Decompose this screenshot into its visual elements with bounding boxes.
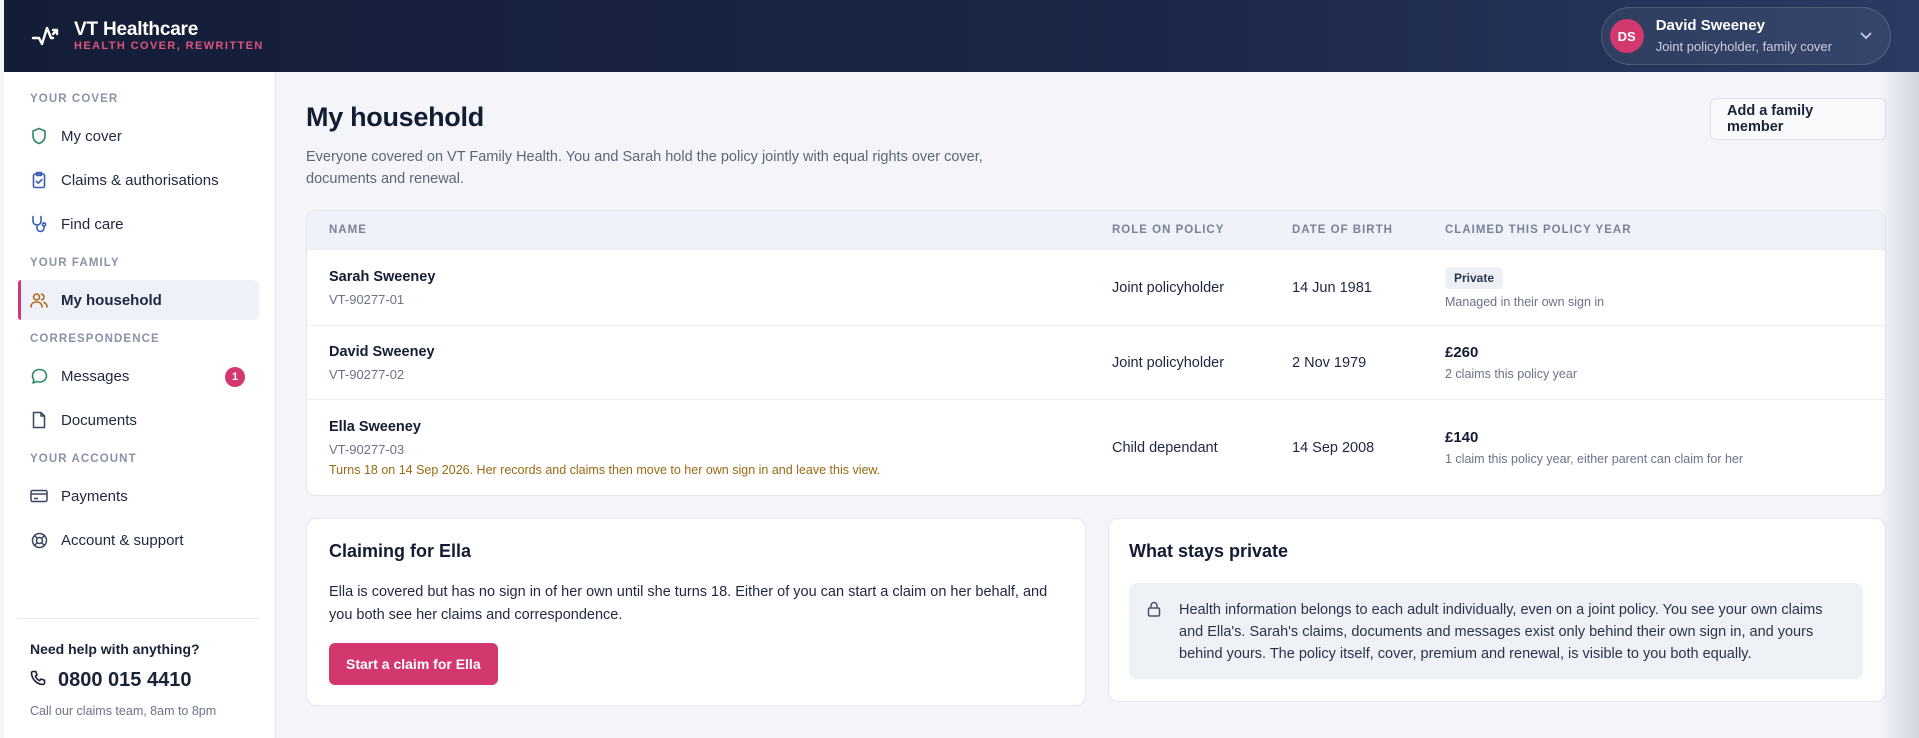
shield-icon [30, 127, 48, 145]
users-icon [30, 291, 48, 309]
sidebar-item-label: My cover [61, 127, 122, 145]
user-role: Joint policyholder, family cover [1655, 39, 1832, 54]
brand-name: VT Healthcare [74, 19, 199, 40]
sidebar-item-label: Messages [61, 367, 130, 385]
brand[interactable]: VT Healthcare HEALTH COVER, REWRITTEN [30, 19, 264, 53]
sidebar-item-documents[interactable]: Documents [18, 400, 259, 440]
member-dob: 2 Nov 1979 [1292, 354, 1367, 371]
brand-tagline: HEALTH COVER, REWRITTEN [74, 40, 264, 52]
user-name: David Sweeney [1655, 17, 1765, 34]
member-name: David Sweeney [329, 343, 435, 360]
claim-note: Managed in their own sign in [1445, 294, 1605, 309]
claim-note: 2 claims this policy year [1445, 367, 1577, 381]
help-note: Call our claims team, 8am to 8pm [30, 704, 217, 718]
avatar: DS [1609, 19, 1644, 53]
user-menu[interactable]: DS David Sweeney Joint policyholder, fam… [1600, 7, 1891, 65]
member-id: VT-90277-02 [329, 366, 405, 382]
sidebar-item-label: Documents [61, 411, 137, 429]
message-bubble-icon [30, 367, 48, 385]
claiming-card-body: Ella is covered but has no sign in of he… [329, 584, 1048, 623]
column-header-name: NAME [329, 224, 367, 236]
credit-card-icon [30, 487, 48, 505]
household-table: NAME ROLE ON POLICY DATE OF BIRTH CLAIME… [306, 210, 1886, 496]
member-dob: 14 Jun 1981 [1292, 279, 1372, 296]
member-id: VT-90277-01 [329, 291, 405, 307]
phone-icon [30, 669, 46, 692]
sidebar-item-claims[interactable]: Claims & authorisations [18, 160, 259, 200]
sidebar-item-messages[interactable]: Messages 1 [18, 356, 259, 396]
page-subtitle: Everyone covered on VT Family Health. Yo… [306, 149, 983, 187]
activity-pulse-icon [30, 21, 60, 51]
privacy-info-box: Health information belongs to each adult… [1129, 583, 1863, 679]
member-name: Ella Sweeney [329, 418, 421, 435]
table-row[interactable]: Sarah Sweeney VT-90277-01 Joint policyho… [307, 249, 1885, 325]
privacy-info-text: Health information belongs to each adult… [1179, 602, 1823, 662]
sidebar-item-label: Payments [61, 487, 128, 505]
section-label-correspondence: CORRESPONDENCE [30, 333, 160, 345]
member-role: Joint policyholder [1112, 279, 1225, 296]
sidebar-item-label: Claims & authorisations [61, 171, 219, 189]
claiming-card: Claiming for Ella Ella is covered but ha… [306, 518, 1086, 706]
sidebar-item-my-household[interactable]: My household [18, 280, 259, 320]
page-title: My household [306, 102, 484, 132]
main-content: My household Everyone covered on VT Fami… [306, 72, 1886, 738]
help-phone-link[interactable]: 0800 015 4410 [30, 669, 259, 692]
sidebar-item-find-care[interactable]: Find care [18, 204, 259, 244]
member-id: VT-90277-03 [329, 441, 405, 457]
section-label-your-cover: YOUR COVER [30, 93, 119, 105]
help-question: Need help with anything? [30, 641, 200, 657]
help-phone-number: 0800 015 4410 [58, 669, 192, 691]
age-transition-notice: Turns 18 on 14 Sep 2026. Her records and… [329, 462, 881, 477]
sidebar-item-label: Account & support [61, 531, 184, 549]
lifebuoy-icon [30, 531, 48, 549]
section-label-your-account: YOUR ACCOUNT [30, 453, 137, 465]
member-role: Joint policyholder [1112, 354, 1225, 371]
claim-note: 1 claim this policy year, either parent … [1445, 452, 1744, 466]
sidebar-item-my-cover[interactable]: My cover [18, 116, 259, 156]
help-panel: Need help with anything? 0800 015 4410 C… [18, 618, 259, 718]
add-family-member-button[interactable]: Add a family member [1710, 98, 1886, 140]
clipboard-check-icon [30, 171, 48, 189]
privacy-card: What stays private Health information be… [1108, 518, 1886, 702]
member-name: Sarah Sweeney [329, 268, 436, 285]
column-header-claimed: CLAIMED THIS POLICY YEAR [1445, 224, 1632, 236]
section-label-your-family: YOUR FAMILY [30, 257, 120, 269]
sidebar-item-label: Find care [61, 215, 124, 233]
table-header: NAME ROLE ON POLICY DATE OF BIRTH CLAIME… [307, 211, 1885, 249]
member-dob: 14 Sep 2008 [1292, 439, 1375, 456]
private-chip: Private [1445, 266, 1504, 289]
column-header-dob: DATE OF BIRTH [1292, 224, 1393, 236]
document-icon [30, 411, 48, 429]
claim-amount: £140 [1445, 429, 1479, 446]
sidebar-item-payments[interactable]: Payments [18, 476, 259, 516]
sidebar: YOUR COVER My cover Claims & authorisati… [4, 72, 276, 738]
chevron-down-icon [1860, 27, 1872, 45]
start-claim-button[interactable]: Start a claim for Ella [329, 643, 498, 685]
top-bar: VT Healthcare HEALTH COVER, REWRITTEN DS… [4, 0, 1919, 72]
sidebar-item-account-support[interactable]: Account & support [18, 520, 259, 560]
sidebar-item-label: My household [61, 291, 162, 309]
claiming-card-title: Claiming for Ella [329, 541, 472, 561]
stethoscope-icon [30, 215, 48, 233]
claim-amount: £260 [1445, 344, 1479, 361]
table-row[interactable]: Ella Sweeney VT-90277-03 Turns 18 on 14 … [307, 399, 1885, 495]
table-row[interactable]: David Sweeney VT-90277-02 Joint policyho… [307, 325, 1885, 399]
privacy-card-title: What stays private [1129, 541, 1289, 561]
member-role: Child dependant [1112, 439, 1218, 456]
messages-badge: 1 [225, 367, 245, 387]
lock-icon [1147, 599, 1161, 679]
column-header-role: ROLE ON POLICY [1112, 224, 1225, 236]
